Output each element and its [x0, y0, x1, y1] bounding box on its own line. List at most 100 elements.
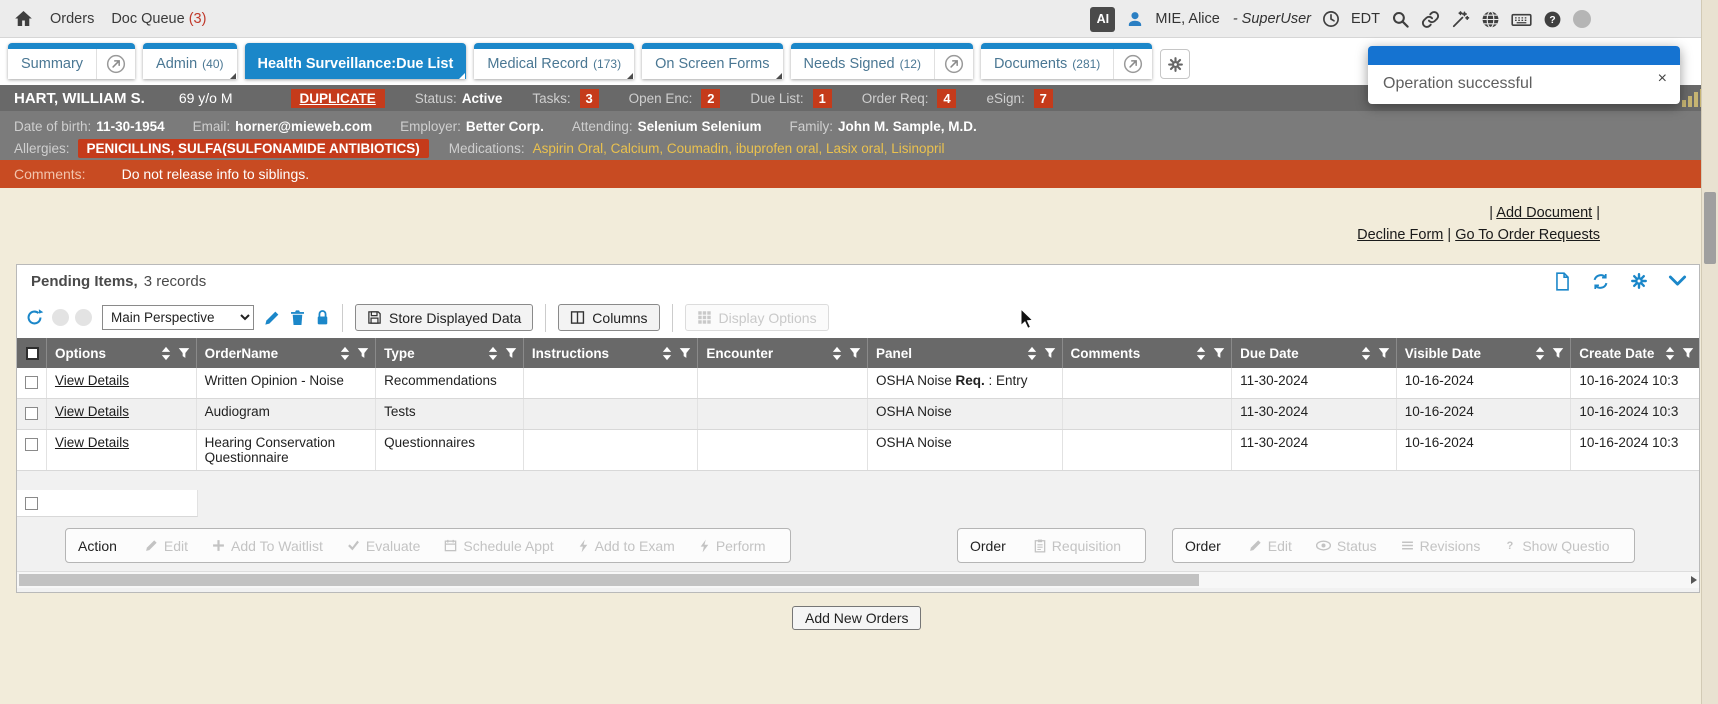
horizontal-scrollbar-thumb[interactable]	[19, 574, 1199, 586]
breadcrumb-doc-queue[interactable]: Doc Queue (3)	[111, 11, 206, 27]
column-header-panel[interactable]: Panel	[868, 338, 1063, 368]
sort-icon[interactable]	[662, 346, 672, 361]
ai-badge[interactable]: AI	[1090, 7, 1115, 32]
filter-icon[interactable]	[1552, 347, 1564, 359]
keyboard-icon[interactable]	[1511, 10, 1532, 29]
edit-perspective-pencil-icon[interactable]	[264, 310, 280, 326]
panel-header: Pending Items, 3 records	[17, 265, 1699, 297]
column-header-encounter[interactable]: Encounter	[698, 338, 868, 368]
column-header-instructions[interactable]: Instructions	[524, 338, 699, 368]
counter-badge[interactable]: 3	[580, 89, 599, 108]
counter-badge[interactable]: 1	[813, 89, 832, 108]
row-checkbox[interactable]	[25, 497, 38, 510]
column-header-options[interactable]: Options	[47, 338, 197, 368]
tab-settings-button[interactable]	[1160, 49, 1190, 79]
view-details-link[interactable]: View Details	[55, 435, 129, 450]
go-to-order-requests-link[interactable]: Go To Order Requests	[1455, 227, 1600, 243]
column-header-ordername[interactable]: OrderName	[197, 338, 377, 368]
sort-icon[interactable]	[340, 346, 350, 361]
column-header-visible-date[interactable]: Visible Date	[1397, 338, 1572, 368]
tab-on-screen-forms[interactable]: On Screen Forms	[642, 43, 782, 79]
patient-name[interactable]: HART, WILLIAM S.	[14, 90, 145, 107]
sort-icon[interactable]	[1027, 346, 1037, 361]
filter-icon[interactable]	[1378, 347, 1390, 359]
sort-icon[interactable]	[1196, 346, 1206, 361]
reset-perspective-icon[interactable]	[25, 308, 44, 327]
clock-icon[interactable]	[1322, 10, 1340, 28]
counter-badge[interactable]: 4	[937, 89, 956, 108]
external-link-icon[interactable]	[96, 49, 135, 79]
decline-form-link[interactable]: Decline Form	[1357, 227, 1443, 243]
tab-summary[interactable]: Summary	[8, 43, 135, 79]
vertical-scrollbar[interactable]	[1701, 0, 1718, 704]
filter-icon[interactable]	[505, 347, 517, 359]
lock-perspective-icon[interactable]	[315, 309, 330, 326]
toast-header[interactable]	[1368, 46, 1680, 65]
action-group-label[interactable]: Action	[78, 538, 117, 554]
breadcrumb-orders[interactable]: Orders	[50, 11, 94, 27]
sort-icon[interactable]	[832, 346, 842, 361]
tab-admin[interactable]: Admin(40)	[143, 43, 236, 79]
new-document-icon[interactable]	[1554, 272, 1571, 291]
medications-list[interactable]: Aspirin Oral, Calcium, Coumadin, ibuprof…	[533, 141, 945, 156]
vertical-scrollbar-thumb[interactable]	[1704, 192, 1716, 264]
tab-medical-record[interactable]: Medical Record(173)	[474, 43, 634, 79]
counter-badge[interactable]: 7	[1034, 89, 1053, 108]
column-header-due-date[interactable]: Due Date	[1232, 338, 1397, 368]
add-new-orders-button[interactable]: Add New Orders	[792, 606, 921, 630]
action-group-label[interactable]: Order	[970, 538, 1006, 554]
perspective-select[interactable]: Main Perspective	[102, 305, 254, 330]
filter-icon[interactable]	[849, 347, 861, 359]
external-link-icon[interactable]	[1113, 49, 1152, 79]
row-checkbox[interactable]	[25, 376, 38, 389]
toast-close-icon[interactable]: ×	[1658, 71, 1667, 87]
refresh-icon[interactable]	[1591, 272, 1610, 291]
action-group-label[interactable]: Order	[1185, 538, 1221, 554]
counter-badge[interactable]: 2	[701, 89, 720, 108]
columns-button[interactable]: Columns	[558, 304, 659, 331]
select-all-checkbox[interactable]	[26, 347, 39, 360]
column-header-comments[interactable]: Comments	[1063, 338, 1233, 368]
store-displayed-data-button[interactable]: Store Displayed Data	[355, 304, 533, 331]
sort-icon[interactable]	[1665, 346, 1675, 361]
sort-icon[interactable]	[488, 346, 498, 361]
filter-icon[interactable]	[357, 347, 369, 359]
filter-icon[interactable]	[1682, 347, 1694, 359]
create-date-cell: 10-16-2024 10:3	[1571, 430, 1700, 470]
sort-icon[interactable]	[1535, 346, 1545, 361]
sort-icon[interactable]	[1361, 346, 1371, 361]
globe-icon[interactable]	[1481, 10, 1500, 29]
row-checkbox[interactable]	[25, 407, 38, 420]
wand-icon[interactable]	[1451, 10, 1470, 29]
tab-health-surveillance-due-list[interactable]: Health Surveillance:Due List	[245, 43, 467, 79]
collapse-chevron-icon[interactable]	[1668, 274, 1687, 288]
tab-documents[interactable]: Documents(281)	[981, 43, 1152, 79]
view-details-link[interactable]: View Details	[55, 404, 129, 419]
user-name[interactable]: MIE, Alice	[1155, 11, 1219, 27]
column-header-create-date[interactable]: Create Date	[1571, 338, 1700, 368]
link-icon[interactable]	[1421, 10, 1440, 29]
horizontal-scrollbar[interactable]	[17, 571, 1700, 588]
delete-perspective-trash-icon[interactable]	[290, 309, 305, 326]
svg-text:?: ?	[1549, 15, 1555, 26]
sort-icon[interactable]	[161, 346, 171, 361]
tab-needs-signed[interactable]: Needs Signed(12)	[791, 43, 973, 79]
filter-icon[interactable]	[1044, 347, 1056, 359]
row-checkbox[interactable]	[25, 438, 38, 451]
filter-icon[interactable]	[178, 347, 190, 359]
filter-icon[interactable]	[679, 347, 691, 359]
duplicate-badge[interactable]: DUPLICATE	[291, 89, 385, 108]
filter-icon[interactable]	[1213, 347, 1225, 359]
view-details-link[interactable]: View Details	[55, 373, 129, 388]
scroll-right-arrow[interactable]	[1691, 576, 1697, 584]
add-document-link[interactable]: Add Document	[1496, 205, 1592, 221]
patient-details-band: Date of birth:11-30-1954Email:horner@mie…	[0, 111, 1701, 160]
column-header-type[interactable]: Type	[376, 338, 524, 368]
panel-gear-icon[interactable]	[1630, 272, 1648, 290]
avatar[interactable]	[1573, 10, 1591, 28]
allergies-badge[interactable]: PENICILLINS, SULFA(SULFONAMIDE ANTIBIOTI…	[78, 139, 429, 158]
external-link-icon[interactable]	[934, 49, 973, 79]
help-icon[interactable]: ?	[1543, 10, 1562, 29]
home-icon[interactable]	[14, 9, 33, 28]
search-icon[interactable]	[1391, 10, 1410, 29]
